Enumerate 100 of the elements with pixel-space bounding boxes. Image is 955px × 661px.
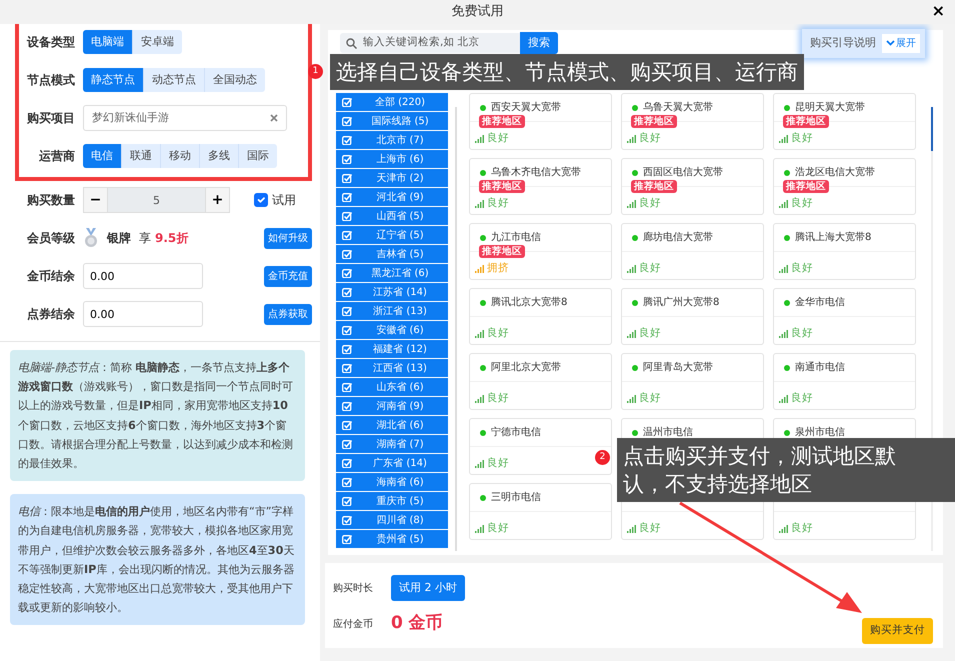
node-card[interactable]: 腾讯北京大宽带8 良好 xyxy=(469,288,612,345)
trial-checkbox[interactable] xyxy=(254,193,268,207)
enjoy-label: 享 xyxy=(139,230,151,247)
close-button[interactable]: × xyxy=(928,1,949,21)
region-item[interactable]: 国际线路 (5) xyxy=(336,112,448,130)
node-card[interactable]: 乌鲁木齐电信大宽带 推荐地区 良好 xyxy=(469,158,612,215)
region-item[interactable]: 湖南省 (7) xyxy=(336,435,448,453)
status-text: 良好 xyxy=(487,131,509,146)
decrement-button[interactable]: − xyxy=(83,187,108,213)
node-card[interactable]: 昆明天翼大宽带 推荐地区 良好 xyxy=(773,93,916,150)
option-button[interactable]: 动态节点 xyxy=(143,68,204,92)
option-button[interactable]: 联通 xyxy=(121,144,160,168)
node-card[interactable]: 腾讯上海大宽带8 良好 xyxy=(773,223,916,280)
recharge-button[interactable]: 金币充值 xyxy=(264,266,312,286)
node-name: 乌鲁木齐电信大宽带 xyxy=(491,166,581,180)
region-item[interactable]: 山西省 (5) xyxy=(336,207,448,225)
expand-button[interactable]: 展开 xyxy=(882,34,920,52)
duration-label: 购买时长 xyxy=(333,582,373,596)
node-card[interactable]: 廊坊电信大宽带 良好 xyxy=(621,223,764,280)
status-dot xyxy=(480,104,486,110)
region-item[interactable]: 山东省 (6) xyxy=(336,378,448,396)
node-card[interactable]: 阿里北京大宽带 良好 xyxy=(469,353,612,410)
signal-icon xyxy=(627,395,636,403)
region-item[interactable]: 辽宁省 (5) xyxy=(336,226,448,244)
search-button[interactable]: 搜索 xyxy=(520,32,558,54)
region-item[interactable]: 海南省 (6) xyxy=(336,473,448,491)
recommend-tag: 推荐地区 xyxy=(631,115,677,128)
search-field[interactable]: 输入关键词检索,如 北京 xyxy=(340,33,520,53)
node-name: 九江市电信 xyxy=(491,230,541,245)
balance-field[interactable]: 0.00 xyxy=(83,263,203,289)
region-item[interactable]: 重庆市 (5) xyxy=(336,492,448,510)
region-item[interactable]: 四川省 (8) xyxy=(336,511,448,529)
signal-icon xyxy=(475,460,484,468)
discount-text: 9.5折 xyxy=(155,230,188,247)
region-item[interactable]: 贵州省 (5) xyxy=(336,530,448,548)
node-name: 西固区电信大宽带 xyxy=(643,166,723,180)
status-text: 拥挤 xyxy=(487,261,509,276)
node-card[interactable]: 金华市电信 良好 xyxy=(773,288,916,345)
region-item[interactable]: 吉林省 (5) xyxy=(336,245,448,263)
status-dot xyxy=(632,234,638,240)
recharge-button[interactable]: 点券获取 xyxy=(264,304,312,324)
scrollbar-thumb[interactable] xyxy=(931,107,933,151)
region-item[interactable]: 北京市 (7) xyxy=(336,131,448,149)
node-name: 泉州市电信 xyxy=(795,426,845,440)
option-button[interactable]: 全国动态 xyxy=(204,68,265,92)
node-card[interactable]: 西安天翼大宽带 推荐地区 良好 xyxy=(469,93,612,150)
node-card[interactable]: 阿里青岛大宽带 良好 xyxy=(621,353,764,410)
option-button[interactable]: 安卓端 xyxy=(132,30,182,54)
signal-icon xyxy=(779,135,788,143)
option-button[interactable]: 多线 xyxy=(199,144,238,168)
node-name: 金华市电信 xyxy=(795,296,845,310)
region-item[interactable]: 天津市 (2) xyxy=(336,169,448,187)
status-dot xyxy=(632,364,638,370)
quantity-field[interactable]: 5 xyxy=(108,187,205,213)
field-label: 点券结余 xyxy=(27,306,75,323)
region-item[interactable]: 浙江省 (13) xyxy=(336,302,448,320)
guide-title: 购买引导说明 xyxy=(810,34,876,51)
increment-button[interactable]: + xyxy=(205,187,230,213)
region-item[interactable]: 河北省 (9) xyxy=(336,188,448,206)
option-button[interactable]: 电脑端 xyxy=(83,30,132,54)
region-item[interactable]: 安徽省 (6) xyxy=(336,321,448,339)
node-name: 温州市电信 xyxy=(643,426,693,440)
node-card[interactable]: 浩龙区电信大宽带 推荐地区 良好 xyxy=(773,158,916,215)
duration-button[interactable]: 试用 2 小时 xyxy=(391,574,465,602)
status-dot xyxy=(632,430,638,436)
recommend-tag: 推荐地区 xyxy=(479,115,525,128)
region-item[interactable]: 江西省 (13) xyxy=(336,359,448,377)
balance-field[interactable]: 0.00 xyxy=(83,301,203,327)
node-name: 阿里北京大宽带 xyxy=(491,360,561,375)
status-dot xyxy=(480,170,486,176)
node-card[interactable]: 乌鲁天翼大宽带 推荐地区 良好 xyxy=(621,93,764,150)
node-card[interactable]: 西固区电信大宽带 推荐地区 良好 xyxy=(621,158,764,215)
option-button[interactable]: 静态节点 xyxy=(83,68,143,92)
signal-icon xyxy=(627,525,636,533)
info-note: 电信：限本地是电信的用户使用，地区名内带有“市”字样的为自建电信机房服务器，宽带较大，模拟各地区家用宽带用户，但维护次数会较云服务器多外，各地区4至30天不等强制更新IP库，会出现闪断的情况。其他为云服务器稳定性较高，大宽带地区出口总宽带较大，受其他用户下载或更新的影响较小。 xyxy=(10,494,305,626)
status-text: 良好 xyxy=(639,326,661,342)
node-card[interactable]: 腾讯广州大宽带8 良好 xyxy=(621,288,764,345)
node-card[interactable]: 三明市电信 良好 xyxy=(469,483,612,540)
node-card[interactable]: 南通市电信 良好 xyxy=(773,353,916,410)
option-button[interactable]: 移动 xyxy=(160,144,199,168)
node-name: 宁德市电信 xyxy=(491,426,541,440)
region-item[interactable]: 上海市 (6) xyxy=(336,150,448,168)
status-dot xyxy=(784,104,790,110)
status-text: 良好 xyxy=(639,196,661,212)
option-button[interactable]: 国际 xyxy=(238,144,277,168)
node-name: 乌鲁天翼大宽带 xyxy=(643,100,713,115)
pay-button[interactable]: 购买并支付 xyxy=(862,618,933,644)
upgrade-button[interactable]: 如何升级 xyxy=(264,228,312,248)
signal-icon xyxy=(475,330,484,338)
region-item[interactable]: 广东省 (14) xyxy=(336,454,448,472)
region-item[interactable]: 湖北省 (6) xyxy=(336,416,448,434)
region-item[interactable]: 黑龙江省 (6) xyxy=(336,264,448,282)
node-name: 腾讯广州大宽带8 xyxy=(643,296,720,310)
region-item[interactable]: 江苏省 (14) xyxy=(336,283,448,301)
region-item[interactable]: 河南省 (9) xyxy=(336,397,448,415)
node-card[interactable]: 九江市电信 推荐地区 拥挤 xyxy=(469,223,612,280)
option-button[interactable]: 电信 xyxy=(83,144,121,168)
region-item[interactable]: 全部 (220) xyxy=(336,93,448,111)
region-item[interactable]: 福建省 (12) xyxy=(336,340,448,358)
project-select[interactable]: 梦幻新诛仙手游 xyxy=(83,105,287,131)
